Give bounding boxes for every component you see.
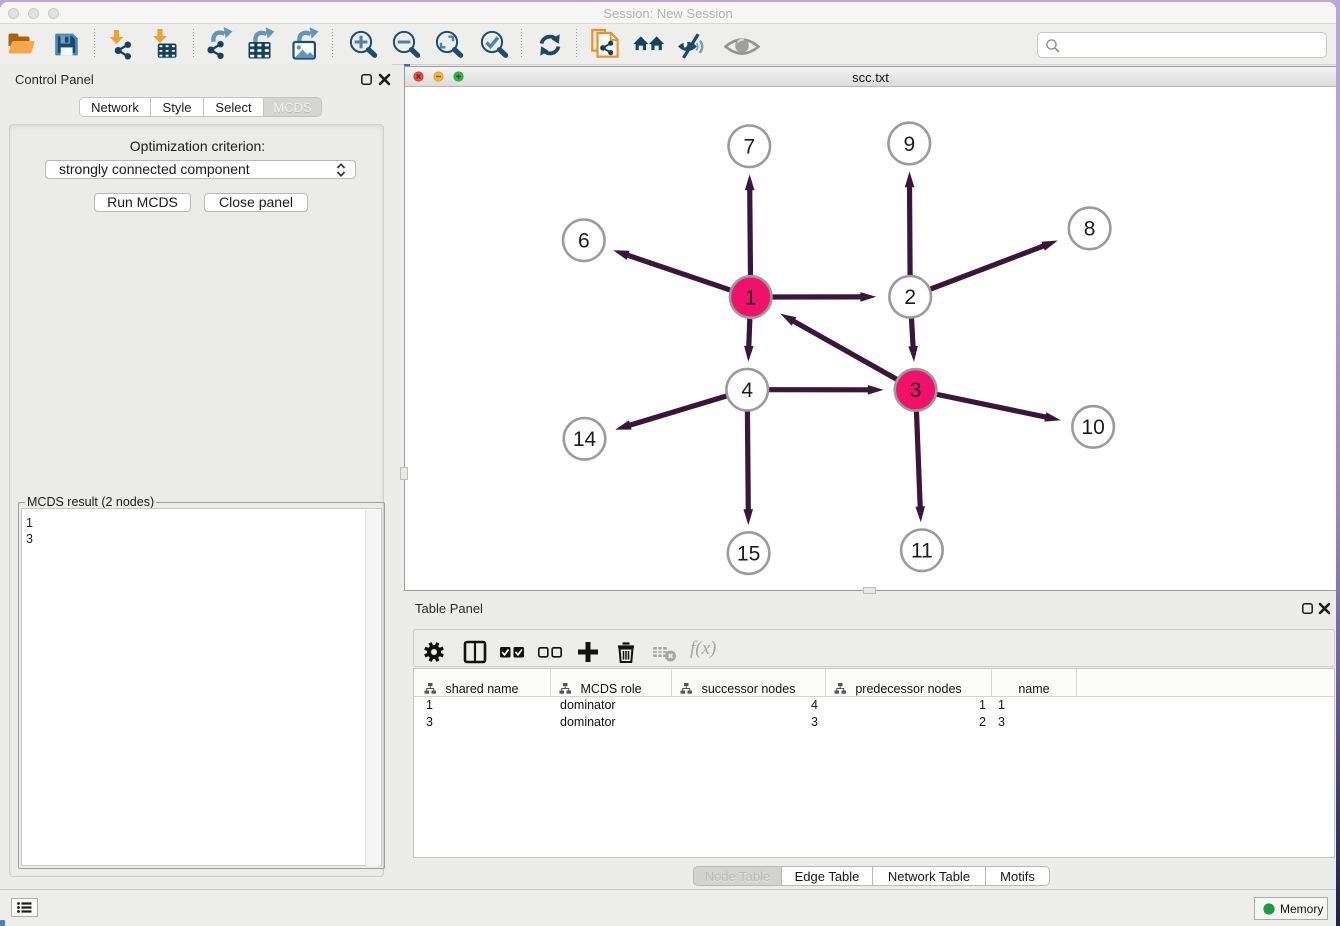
svg-text:1: 1	[745, 286, 757, 309]
svg-text:14: 14	[573, 428, 597, 451]
svg-text:6: 6	[578, 230, 590, 253]
svg-text:2: 2	[904, 286, 916, 309]
svg-text:8: 8	[1084, 218, 1096, 241]
svg-text:4: 4	[741, 379, 753, 402]
svg-text:9: 9	[903, 133, 915, 156]
svg-text:15: 15	[737, 542, 760, 565]
svg-text:7: 7	[743, 136, 755, 159]
svg-text:3: 3	[910, 379, 922, 402]
svg-text:11: 11	[911, 540, 933, 563]
svg-text:10: 10	[1081, 416, 1104, 439]
